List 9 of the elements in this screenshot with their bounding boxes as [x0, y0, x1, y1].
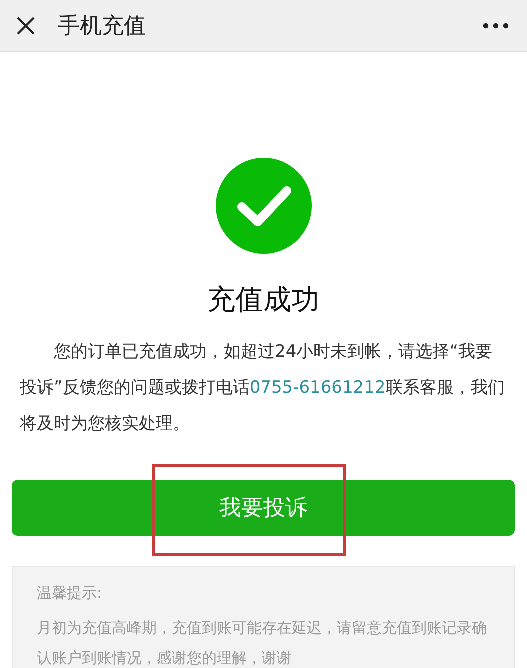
more-icon[interactable]: [483, 22, 509, 28]
page-title: 手机充值: [58, 12, 147, 40]
tips-text: 月初为充值高峰期，充值到账可能存在延迟，请留意充值到账记录确认账户到账情况，感谢您的理解，谢谢: [37, 618, 488, 668]
complaint-button[interactable]: 我要投诉: [12, 480, 515, 536]
close-icon[interactable]: [16, 16, 36, 36]
result-title: 充值成功: [208, 282, 320, 318]
phone-link[interactable]: 0755-61661212: [250, 378, 386, 398]
tips-title: 温馨提示:: [37, 583, 104, 604]
result-message: 您的订单已充值成功，如超过24小时未到帐，请选择“我要投诉”反馈您的问题或拨打电话0755-61661212联系客服，我们将及时为您核实处理。: [19, 341, 506, 436]
